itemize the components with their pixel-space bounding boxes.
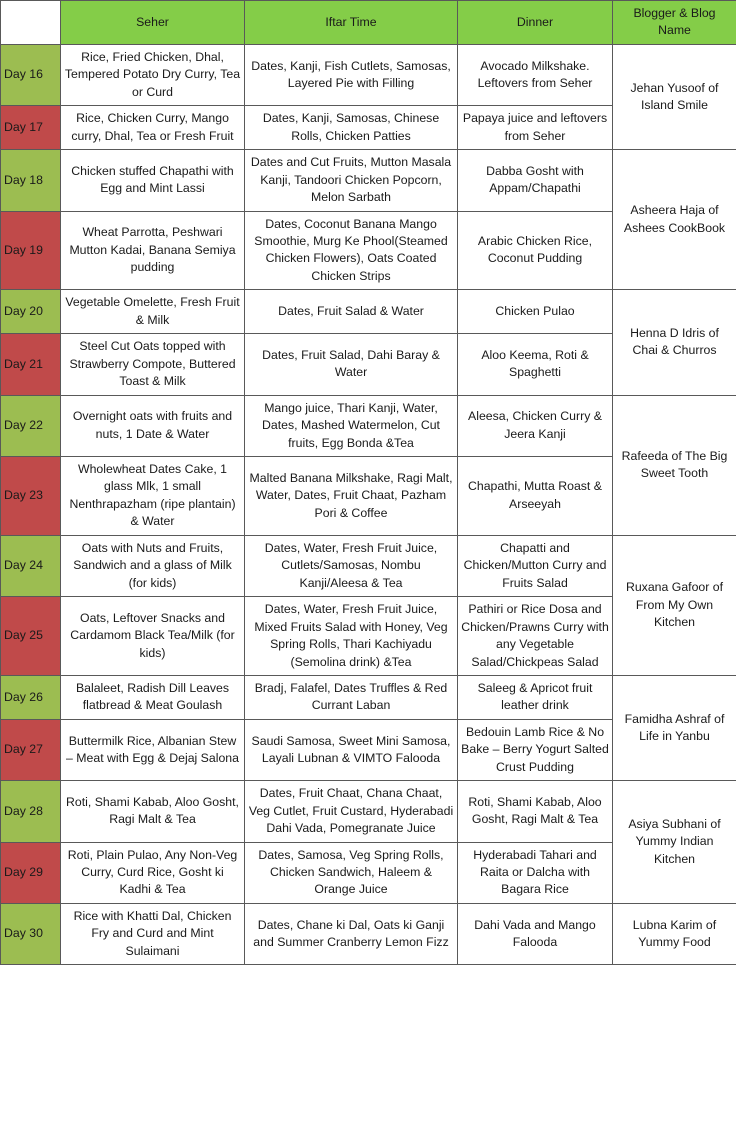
dinner-cell: Dabba Gosht with Appam/Chapathi (457, 149, 613, 212)
table-row: Day 18 Chicken stuffed Chapathi with Egg … (0, 149, 736, 291)
iftar-cell: Saudi Samosa, Sweet Mini Samosa, Layali … (244, 718, 458, 782)
header-row: Seher Iftar Time Dinner Blogger & Blog N… (0, 0, 736, 45)
table-row: Day 16 Rice, Fried Chicken, Dhal, Tempere… (0, 43, 736, 151)
day-label-cell: Day 22 (0, 394, 61, 457)
seher-cell: Wheat Parrotta, Peshwari Mutton Kadai, B… (60, 210, 245, 291)
dinner-cell: Avocado Milkshake. Leftovers from Seher (457, 43, 613, 107)
seher-cell: Steel Cut Oats topped with Strawberry Co… (60, 333, 245, 396)
seher-cell: Wholewheat Dates Cake, 1 glass Mlk, 1 sm… (60, 455, 245, 536)
iftar-cell: Dates, Water, Fresh Fruit Juice, Cutlets… (244, 534, 458, 598)
day-label-cell: Day 25 (0, 596, 61, 676)
blogger-cell: Rafeeda of The Big Sweet Tooth (612, 394, 736, 536)
day-label-cell: Day 16 (0, 43, 61, 107)
iftar-cell: Dates and Cut Fruits, Mutton Masala Kanj… (244, 149, 458, 212)
dinner-cell: Pathiri or Rice Dosa and Chicken/Prawns … (457, 596, 613, 676)
iftar-cell: Dates, Fruit Chaat, Chana Chaat, Veg Cut… (244, 780, 458, 843)
header-cell-dinner: Dinner (457, 0, 613, 45)
seher-cell: Rice, Chicken Curry, Mango curry, Dhal, … (60, 105, 245, 151)
iftar-cell: Dates, Fruit Salad, Dahi Baray & Water (244, 333, 458, 396)
day-label-cell: Day 20 (0, 289, 61, 335)
dinner-cell: Dahi Vada and Mango Falooda (457, 902, 613, 966)
seher-cell: Oats with Nuts and Fruits, Sandwich and … (60, 534, 245, 598)
dinner-cell: Aleesa, Chicken Curry & Jeera Kanji (457, 394, 613, 457)
ramadan-meal-plan-table: Seher Iftar Time Dinner Blogger & Blog N… (0, 0, 736, 966)
blogger-cell: Famidha Ashraf of Life in Yanbu (612, 674, 736, 782)
dinner-cell: Papaya juice and leftovers from Seher (457, 105, 613, 151)
blogger-cell: Asheera Haja of Ashees CookBook (612, 149, 736, 291)
iftar-cell: Dates, Kanji, Fish Cutlets, Samosas, Lay… (244, 43, 458, 107)
table-row: Day 30 Rice with Khatti Dal, Chicken Fry … (0, 902, 736, 966)
day-label-cell: Day 28 (0, 780, 61, 843)
blogger-cell: Lubna Karim of Yummy Food (612, 902, 736, 966)
iftar-cell: Dates, Chane ki Dal, Oats ki Ganji and S… (244, 902, 458, 966)
dinner-cell: Chapathi, Mutta Roast & Arseeyah (457, 455, 613, 536)
iftar-cell: Dates, Water, Fresh Fruit Juice, Mixed F… (244, 596, 458, 676)
dinner-cell: Aloo Keema, Roti & Spaghetti (457, 333, 613, 396)
seher-cell: Vegetable Omelette, Fresh Fruit & Milk (60, 289, 245, 335)
iftar-cell: Malted Banana Milkshake, Ragi Malt, Wate… (244, 455, 458, 536)
iftar-cell: Dates, Samosa, Veg Spring Rolls, Chicken… (244, 841, 458, 904)
table-row: Day 26 Balaleet, Radish Dill Leaves flatb… (0, 674, 736, 782)
dinner-cell: Chapatti and Chicken/Mutton Curry and Fr… (457, 534, 613, 598)
blogger-cell: Jehan Yusoof of Island Smile (612, 43, 736, 151)
day-label-cell: Day 23 (0, 455, 61, 536)
day-label-cell: Day 27 (0, 718, 61, 782)
seher-cell: Balaleet, Radish Dill Leaves flatbread &… (60, 674, 245, 720)
day-label-cell: Day 24 (0, 534, 61, 598)
table-row: Day 20 Vegetable Omelette, Fresh Fruit & … (0, 289, 736, 396)
table-body: Day 16 Rice, Fried Chicken, Dhal, Tempere… (0, 43, 736, 966)
seher-cell: Overnight oats with fruits and nuts, 1 D… (60, 394, 245, 457)
seher-cell: Rice, Fried Chicken, Dhal, Tempered Pota… (60, 43, 245, 107)
table-row: Day 22 Overnight oats with fruits and nut… (0, 394, 736, 536)
day-label-cell: Day 29 (0, 841, 61, 904)
day-label-cell: Day 30 (0, 902, 61, 966)
seher-cell: Rice with Khatti Dal, Chicken Fry and Cu… (60, 902, 245, 966)
dinner-cell: Hyderabadi Tahari and Raita or Dalcha wi… (457, 841, 613, 904)
day-label-cell: Day 18 (0, 149, 61, 212)
iftar-cell: Bradj, Falafel, Dates Truffles & Red Cur… (244, 674, 458, 720)
blogger-cell: Henna D Idris of Chai & Churros (612, 289, 736, 396)
header-cell-iftar-time: Iftar Time (244, 0, 458, 45)
seher-cell: Oats, Leftover Snacks and Cardamom Black… (60, 596, 245, 676)
seher-cell: Buttermilk Rice, Albanian Stew – Meat wi… (60, 718, 245, 782)
day-label-cell: Day 21 (0, 333, 61, 396)
header-cell-seher: Seher (60, 0, 245, 45)
dinner-cell: Bedouin Lamb Rice & No Bake – Berry Yogu… (457, 718, 613, 782)
iftar-cell: Dates, Kanji, Samosas, Chinese Rolls, Ch… (244, 105, 458, 151)
dinner-cell: Saleeg & Apricot fruit leather drink (457, 674, 613, 720)
iftar-cell: Dates, Coconut Banana Mango Smoothie, Mu… (244, 210, 458, 291)
day-label-cell: Day 19 (0, 210, 61, 291)
blogger-cell: Ruxana Gafoor of From My Own Kitchen (612, 534, 736, 676)
table-header: Seher Iftar Time Dinner Blogger & Blog N… (0, 0, 736, 45)
seher-cell: Roti, Shami Kabab, Aloo Gosht, Ragi Malt… (60, 780, 245, 843)
iftar-cell: Dates, Fruit Salad & Water (244, 289, 458, 335)
iftar-cell: Mango juice, Thari Kanji, Water, Dates, … (244, 394, 458, 457)
seher-cell: Chicken stuffed Chapathi with Egg and Mi… (60, 149, 245, 212)
table-row: Day 28 Roti, Shami Kabab, Aloo Gosht, Rag… (0, 780, 736, 904)
blogger-cell: Asiya Subhani of Yummy Indian Kitchen (612, 780, 736, 904)
header-cell-blogger-blog-name: Blogger & Blog Name (612, 0, 736, 45)
dinner-cell: Arabic Chicken Rice, Coconut Pudding (457, 210, 613, 291)
table-row: Day 24 Oats with Nuts and Fruits, Sandwic… (0, 534, 736, 676)
seher-cell: Roti, Plain Pulao, Any Non-Veg Curry, Cu… (60, 841, 245, 904)
header-cell-blank (0, 0, 61, 45)
dinner-cell: Roti, Shami Kabab, Aloo Gosht, Ragi Malt… (457, 780, 613, 843)
dinner-cell: Chicken Pulao (457, 289, 613, 335)
day-label-cell: Day 26 (0, 674, 61, 720)
day-label-cell: Day 17 (0, 105, 61, 151)
